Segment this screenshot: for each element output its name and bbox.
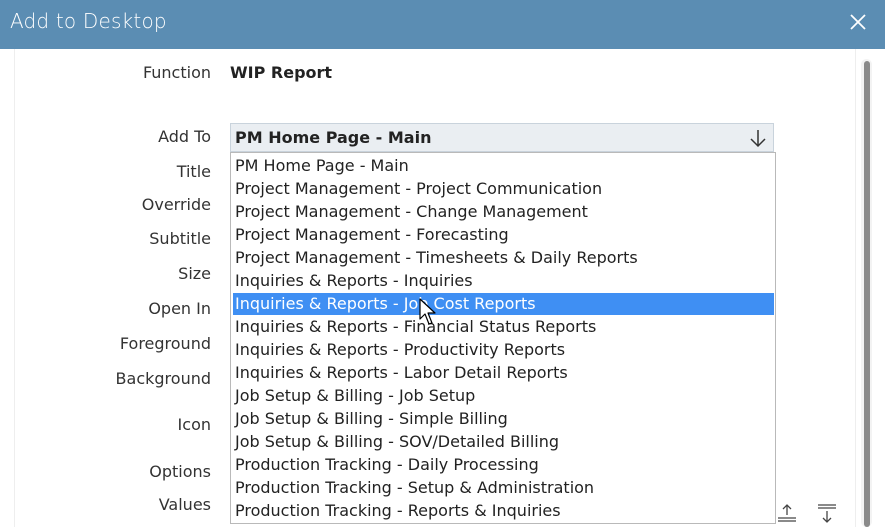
title-label: Title bbox=[176, 162, 211, 181]
dropdown-option[interactable]: Project Management - Project Communicati… bbox=[233, 178, 774, 200]
foreground-label: Foreground bbox=[119, 334, 211, 353]
dropdown-option[interactable]: Project Management - Change Management bbox=[233, 201, 774, 223]
mouse-pointer-icon bbox=[419, 298, 436, 325]
dropdown-option[interactable]: Inquiries & Reports - Labor Detail Repor… bbox=[233, 362, 774, 384]
dialog-title: Add to Desktop bbox=[10, 9, 167, 33]
options-label: Options bbox=[149, 462, 211, 481]
function-value: WIP Report bbox=[230, 63, 333, 82]
dropdown-option[interactable]: Production Tracking - Setup & Administra… bbox=[233, 477, 774, 499]
dropdown-option[interactable]: Production Tracking - Daily Processing bbox=[233, 454, 774, 476]
add-to-label: Add To bbox=[158, 127, 211, 146]
dialog-titlebar: Add to Desktop bbox=[0, 0, 885, 49]
move-to-top-icon[interactable] bbox=[776, 502, 798, 524]
add-to-dropdown-list[interactable]: PM Home Page - Main Project Management - … bbox=[230, 152, 776, 524]
move-to-bottom-icon[interactable] bbox=[816, 502, 838, 524]
open-in-label: Open In bbox=[148, 299, 211, 318]
override-label: Override bbox=[141, 195, 211, 214]
add-to-selected-value: PM Home Page - Main bbox=[235, 128, 432, 147]
dropdown-option[interactable]: Inquiries & Reports - Job Cost Reports bbox=[233, 293, 774, 315]
background-label: Background bbox=[115, 369, 211, 388]
dropdown-option[interactable]: Project Management - Timesheets & Daily … bbox=[233, 247, 774, 269]
dropdown-option[interactable]: PM Home Page - Main bbox=[233, 155, 774, 177]
function-label: Function bbox=[142, 63, 211, 82]
icon-label: Icon bbox=[177, 415, 211, 434]
dropdown-option[interactable]: Job Setup & Billing - Simple Billing bbox=[233, 408, 774, 430]
dropdown-option[interactable]: Production Tracking - Reports & Inquirie… bbox=[233, 500, 774, 522]
dropdown-option[interactable]: Inquiries & Reports - Financial Status R… bbox=[233, 316, 774, 338]
close-icon[interactable] bbox=[847, 11, 869, 33]
dropdown-option[interactable]: Inquiries & Reports - Inquiries bbox=[233, 270, 774, 292]
dropdown-option[interactable]: Project Management - Forecasting bbox=[233, 224, 774, 246]
dropdown-option[interactable]: Job Setup & Billing - Job Setup bbox=[233, 385, 774, 407]
size-label: Size bbox=[178, 264, 211, 283]
dropdown-option[interactable]: Job Setup & Billing - SOV/Detailed Billi… bbox=[233, 431, 774, 453]
dropdown-option[interactable]: Inquiries & Reports - Productivity Repor… bbox=[233, 339, 774, 361]
dialog-scrollbar-thumb[interactable] bbox=[864, 61, 870, 527]
arrow-down-icon bbox=[750, 130, 766, 148]
values-label: Values bbox=[158, 495, 211, 514]
subtitle-label: Subtitle bbox=[149, 229, 211, 248]
add-to-select[interactable]: PM Home Page - Main bbox=[230, 123, 774, 152]
